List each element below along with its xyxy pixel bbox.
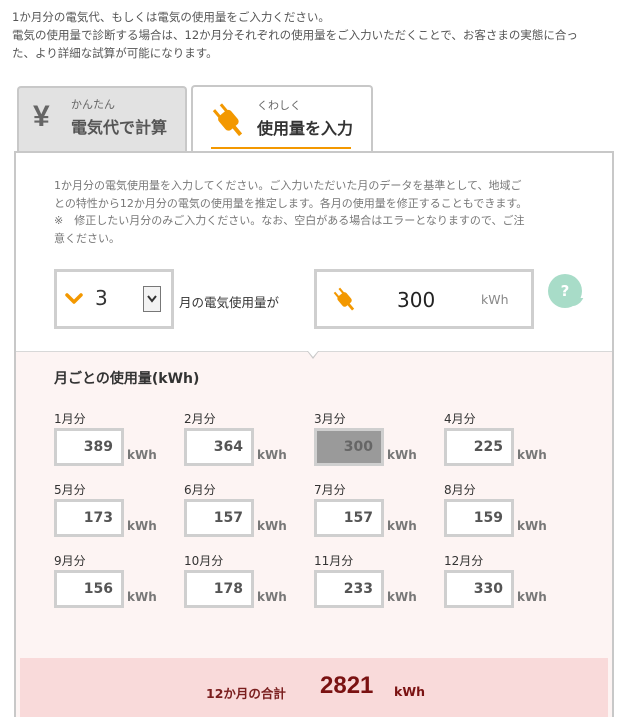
month-usage-input[interactable]: 330 [444, 570, 514, 608]
month-cell: 6月分 157 kWh [184, 481, 314, 543]
month-cell: 4月分 225 kWh [444, 410, 574, 472]
month-unit: kWh [387, 448, 417, 462]
desc-line: ※ 修正したい月分のみご入力ください。なお、空白がある場合はエラーとなりますので… [54, 214, 525, 227]
panel-description: 1か月分の電気使用量を入力してください。ご入力いただいた月のデータを基準として、… [54, 177, 584, 247]
month-unit: kWh [127, 590, 157, 604]
month-usage-input[interactable]: 159 [444, 499, 514, 537]
month-unit: kWh [257, 590, 287, 604]
month-label: 4月分 [444, 412, 476, 426]
month-unit: kWh [257, 448, 287, 462]
month-label: 11月分 [314, 554, 354, 568]
month-usage-input[interactable]: 157 [314, 499, 384, 537]
month-unit: kWh [517, 448, 547, 462]
monthly-title: 月ごとの使用量(kWh) [54, 371, 200, 387]
month-cell: 11月分 233 kWh [314, 552, 444, 614]
month-cell: 3月分 300 kWh [314, 410, 444, 472]
intro-text: 1か月分の電気代、もしくは電気の使用量をご入力ください。 電気の使用量で診断する… [12, 8, 632, 62]
month-usage-input[interactable]: 233 [314, 570, 384, 608]
intro-line: 1か月分の電気代、もしくは電気の使用量をご入力ください。 [12, 10, 330, 24]
active-tab-indicator [211, 147, 351, 149]
month-label: 12月分 [444, 554, 484, 568]
desc-line: 1か月分の電気使用量を入力してください。ご入力いただいた月のデータを基準として、… [54, 179, 522, 192]
total-bar: 12か月の合計 2821 kWh [20, 658, 608, 717]
month-usage-input[interactable]: 389 [54, 428, 124, 466]
month-cell: 9月分 156 kWh [54, 552, 184, 614]
month-unit: kWh [387, 519, 417, 533]
month-unit: kWh [517, 519, 547, 533]
plug-icon [333, 287, 355, 311]
month-label: 8月分 [444, 483, 476, 497]
tab-input-usage[interactable]: くわしく 使用量を入力 [191, 85, 373, 155]
usage-panel: 1か月分の電気使用量を入力してください。ご入力いただいた月のデータを基準として、… [14, 151, 614, 717]
intro-line: 電気の使用量で診断する場合は、12か月分それぞれの使用量をご入力いただくことで、… [12, 28, 578, 42]
month-label: 7月分 [314, 483, 346, 497]
caret-down-icon [147, 295, 157, 303]
month-cell: 2月分 364 kWh [184, 410, 314, 472]
plug-icon [212, 103, 243, 137]
month-select[interactable]: 3 [54, 269, 174, 329]
month-usage-input[interactable]: 173 [54, 499, 124, 537]
month-label: 10月分 [184, 554, 224, 568]
usage-value: 300 [397, 288, 436, 312]
usage-input[interactable]: 300 kWh [314, 269, 534, 329]
dropdown-button[interactable] [143, 286, 161, 312]
chevron-down-icon [65, 293, 83, 304]
month-cell: 8月分 159 kWh [444, 481, 574, 543]
total-label: 12か月の合計 [206, 686, 286, 701]
month-unit: kWh [127, 519, 157, 533]
month-unit: kWh [257, 519, 287, 533]
month-usage-input[interactable]: 178 [184, 570, 254, 608]
tab-small-label: かんたん [71, 98, 115, 111]
tab-calc-by-cost[interactable]: ¥ かんたん 電気代で計算 [17, 86, 187, 152]
month-cell: 1月分 389 kWh [54, 410, 184, 472]
section-pointer-inner [308, 351, 318, 357]
month-usage-input[interactable]: 364 [184, 428, 254, 466]
month-usage-input[interactable]: 225 [444, 428, 514, 466]
tab-small-label: くわしく [257, 99, 301, 112]
intro-line: た、より詳細な試算が可能になります。 [12, 46, 218, 60]
help-button[interactable]: ? [548, 274, 582, 308]
month-value: 3 [95, 286, 108, 310]
month-usage-input[interactable]: 157 [184, 499, 254, 537]
month-unit: kWh [517, 590, 547, 604]
tab-label: 電気代で計算 [71, 118, 168, 137]
month-unit: kWh [387, 590, 417, 604]
month-label: 6月分 [184, 483, 216, 497]
monthly-usage-section: 月ごとの使用量(kWh) 1月分 389 kWh 2月分 364 kWh 3月分 300 kWh… [16, 351, 612, 717]
usage-unit: kWh [481, 292, 509, 307]
desc-line: 意ください。 [54, 231, 120, 245]
month-cell: 5月分 173 kWh [54, 481, 184, 543]
month-label: 9月分 [54, 554, 86, 568]
month-label: 1月分 [54, 412, 86, 426]
month-label: 5月分 [54, 483, 86, 497]
month-label: 3月分 [314, 412, 346, 426]
month-suffix-label: 月の電気使用量が [179, 295, 280, 310]
month-cell: 10月分 178 kWh [184, 552, 314, 614]
month-unit: kWh [127, 448, 157, 462]
month-label: 2月分 [184, 412, 216, 426]
month-cell: 12月分 330 kWh [444, 552, 574, 614]
total-value: 2821 [320, 672, 374, 699]
tab-label: 使用量を入力 [257, 119, 354, 138]
total-unit: kWh [394, 684, 425, 699]
yen-icon: ¥ [33, 100, 50, 133]
month-usage-input: 300 [314, 428, 384, 466]
month-cell: 7月分 157 kWh [314, 481, 444, 543]
month-usage-input[interactable]: 156 [54, 570, 124, 608]
desc-line: との特性から12か月分の電気の使用量を推定します。各月の使用量を修正することもで… [54, 196, 528, 210]
